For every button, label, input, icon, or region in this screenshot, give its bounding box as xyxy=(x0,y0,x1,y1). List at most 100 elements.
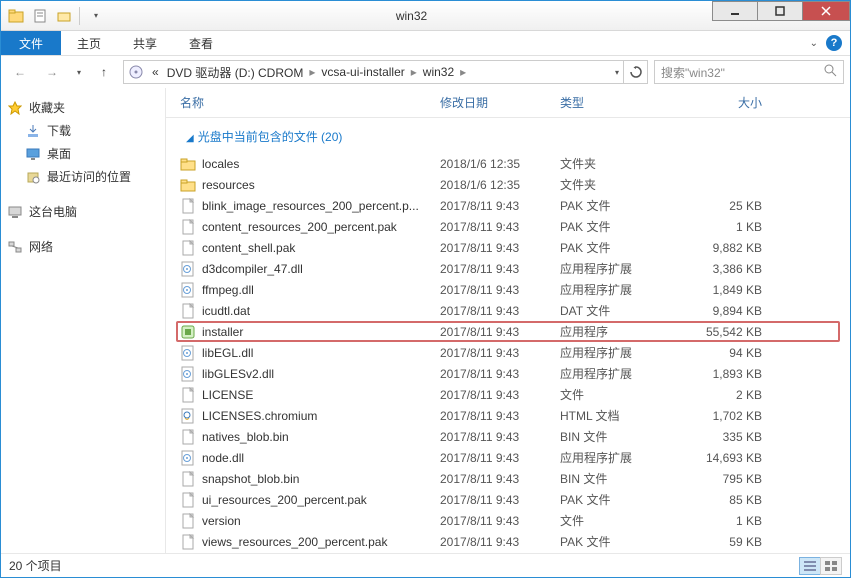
breadcrumb-seg-1[interactable]: vcsa-ui-installer xyxy=(317,65,408,79)
column-type[interactable]: 类型 xyxy=(560,94,680,111)
sidebar-item-desktop[interactable]: 桌面 xyxy=(5,142,161,165)
file-icon xyxy=(180,198,196,214)
file-icon xyxy=(180,303,196,319)
close-button[interactable] xyxy=(802,1,850,21)
file-row[interactable]: LICENSE2017/8/11 9:43文件2 KB xyxy=(180,384,850,405)
group-header[interactable]: ◢光盘中当前包含的文件 (20) xyxy=(180,118,850,153)
file-type: 文件 xyxy=(560,512,680,529)
maximize-button[interactable] xyxy=(757,1,803,21)
file-type: PAK 文件 xyxy=(560,218,680,235)
qat-dropdown-icon[interactable]: ▾ xyxy=(84,5,106,27)
file-type: 应用程序扩展 xyxy=(560,344,680,361)
ribbon-tab-share[interactable]: 共享 xyxy=(117,31,173,55)
file-row[interactable]: views_resources_200_percent.pak2017/8/11… xyxy=(180,531,850,552)
sidebar-favorites[interactable]: 收藏夹 xyxy=(5,96,161,119)
drive-icon xyxy=(128,64,144,80)
nav-back-button[interactable]: ← xyxy=(7,59,33,85)
file-name: d3dcompiler_47.dll xyxy=(202,262,303,276)
navigation-pane: 收藏夹 下载 桌面 最近访问的位置 这台电脑 网络 xyxy=(1,88,166,553)
file-icon xyxy=(180,240,196,256)
file-row[interactable]: resources2018/1/6 12:35文件夹 xyxy=(180,174,850,195)
file-type: 文件 xyxy=(560,386,680,403)
status-bar: 20 个项目 xyxy=(1,553,850,577)
file-type: BIN 文件 xyxy=(560,470,680,487)
new-folder-icon[interactable] xyxy=(53,5,75,27)
file-row[interactable]: libGLESv2.dll2017/8/11 9:43应用程序扩展1,893 K… xyxy=(180,363,850,384)
file-row[interactable]: content_shell.pak2017/8/11 9:43PAK 文件9,8… xyxy=(180,237,850,258)
file-type: 应用程序扩展 xyxy=(560,449,680,466)
file-row[interactable]: blink_image_resources_200_percent.p...20… xyxy=(180,195,850,216)
refresh-button[interactable] xyxy=(624,60,648,84)
properties-icon[interactable] xyxy=(29,5,51,27)
file-type: 应用程序扩展 xyxy=(560,281,680,298)
file-size: 795 KB xyxy=(680,472,780,486)
file-row[interactable]: ffmpeg.dll2017/8/11 9:43应用程序扩展1,849 KB xyxy=(180,279,850,300)
file-date: 2017/8/11 9:43 xyxy=(440,367,560,381)
file-icon xyxy=(180,513,196,529)
minimize-button[interactable] xyxy=(712,1,758,21)
file-row[interactable]: locales2018/1/6 12:35文件夹 xyxy=(180,153,850,174)
file-type: 文件夹 xyxy=(560,155,680,172)
file-type: DAT 文件 xyxy=(560,302,680,319)
sidebar-item-downloads[interactable]: 下载 xyxy=(5,119,161,142)
view-details-button[interactable] xyxy=(799,557,821,575)
nav-recent-dropdown[interactable]: ▾ xyxy=(71,59,85,85)
nav-up-button[interactable]: ↑ xyxy=(91,59,117,85)
file-row[interactable]: node.dll2017/8/11 9:43应用程序扩展14,693 KB xyxy=(180,447,850,468)
breadcrumb-seg-0[interactable]: DVD 驱动器 (D:) CDROM xyxy=(163,64,308,81)
ribbon-file-tab[interactable]: 文件 xyxy=(1,31,61,55)
file-row[interactable]: libEGL.dll2017/8/11 9:43应用程序扩展94 KB xyxy=(180,342,850,363)
network-icon xyxy=(7,239,23,255)
column-size[interactable]: 大小 xyxy=(680,94,780,111)
file-row[interactable]: natives_blob.bin2017/8/11 9:43BIN 文件335 … xyxy=(180,426,850,447)
file-row[interactable]: installer2017/8/11 9:43应用程序55,542 KB xyxy=(176,321,840,342)
sidebar-network[interactable]: 网络 xyxy=(5,235,161,258)
file-size: 94 KB xyxy=(680,346,780,360)
window-title: win32 xyxy=(110,9,713,23)
column-name[interactable]: 名称 xyxy=(180,94,440,111)
file-size: 1,849 KB xyxy=(680,283,780,297)
ribbon-tab-view[interactable]: 查看 xyxy=(173,31,229,55)
file-row[interactable]: d3dcompiler_47.dll2017/8/11 9:43应用程序扩展3,… xyxy=(180,258,850,279)
nav-forward-button[interactable]: → xyxy=(39,59,65,85)
ribbon-tab-home[interactable]: 主页 xyxy=(61,31,117,55)
chevron-right-icon[interactable]: ▸ xyxy=(307,65,317,79)
sidebar-thispc[interactable]: 这台电脑 xyxy=(5,200,161,223)
column-date[interactable]: 修改日期 xyxy=(440,94,560,111)
sidebar-item-recent[interactable]: 最近访问的位置 xyxy=(5,165,161,188)
address-bar-row: ← → ▾ ↑ « DVD 驱动器 (D:) CDROM ▸ vcsa-ui-i… xyxy=(1,56,850,88)
file-row[interactable]: version2017/8/11 9:43文件1 KB xyxy=(180,510,850,531)
search-input[interactable]: 搜索"win32" xyxy=(654,60,844,84)
help-icon[interactable]: ? xyxy=(826,35,842,51)
file-row[interactable]: icudtl.dat2017/8/11 9:43DAT 文件9,894 KB xyxy=(180,300,850,321)
file-icon xyxy=(180,534,196,550)
file-date: 2017/8/11 9:43 xyxy=(440,220,560,234)
file-name: locales xyxy=(202,157,239,171)
status-item-count: 20 个项目 xyxy=(9,557,800,574)
address-bar[interactable]: « DVD 驱动器 (D:) CDROM ▸ vcsa-ui-installer… xyxy=(123,60,624,84)
file-list-area: 名称 修改日期 类型 大小 ◢光盘中当前包含的文件 (20) locales20… xyxy=(166,88,850,553)
file-size: 2 KB xyxy=(680,388,780,402)
file-size: 1,702 KB xyxy=(680,409,780,423)
file-date: 2017/8/11 9:43 xyxy=(440,388,560,402)
file-icon xyxy=(180,471,196,487)
file-row[interactable]: ui_resources_200_percent.pak2017/8/11 9:… xyxy=(180,489,850,510)
breadcrumb-seg-2[interactable]: win32 xyxy=(419,65,458,79)
file-row[interactable]: snapshot_blob.bin2017/8/11 9:43BIN 文件795… xyxy=(180,468,850,489)
chevron-right-icon[interactable]: ▸ xyxy=(409,65,419,79)
quick-access-toolbar: ▾ xyxy=(1,5,110,27)
desktop-icon xyxy=(25,146,41,162)
file-row[interactable]: LICENSES.chromium2017/8/11 9:43HTML 文档1,… xyxy=(180,405,850,426)
address-history-dropdown[interactable]: ▾ xyxy=(615,68,619,77)
folder-icon xyxy=(180,177,196,193)
file-type: 应用程序扩展 xyxy=(560,365,680,382)
view-large-icons-button[interactable] xyxy=(820,557,842,575)
file-size: 9,894 KB xyxy=(680,304,780,318)
chevron-right-icon[interactable]: ▸ xyxy=(458,65,468,79)
html-icon xyxy=(180,408,196,424)
file-row[interactable]: content_resources_200_percent.pak2017/8/… xyxy=(180,216,850,237)
file-date: 2017/8/11 9:43 xyxy=(440,493,560,507)
ribbon-expand-icon[interactable]: ⌄ xyxy=(810,38,818,49)
dll-icon xyxy=(180,345,196,361)
breadcrumb-prefix[interactable]: « xyxy=(148,65,163,79)
